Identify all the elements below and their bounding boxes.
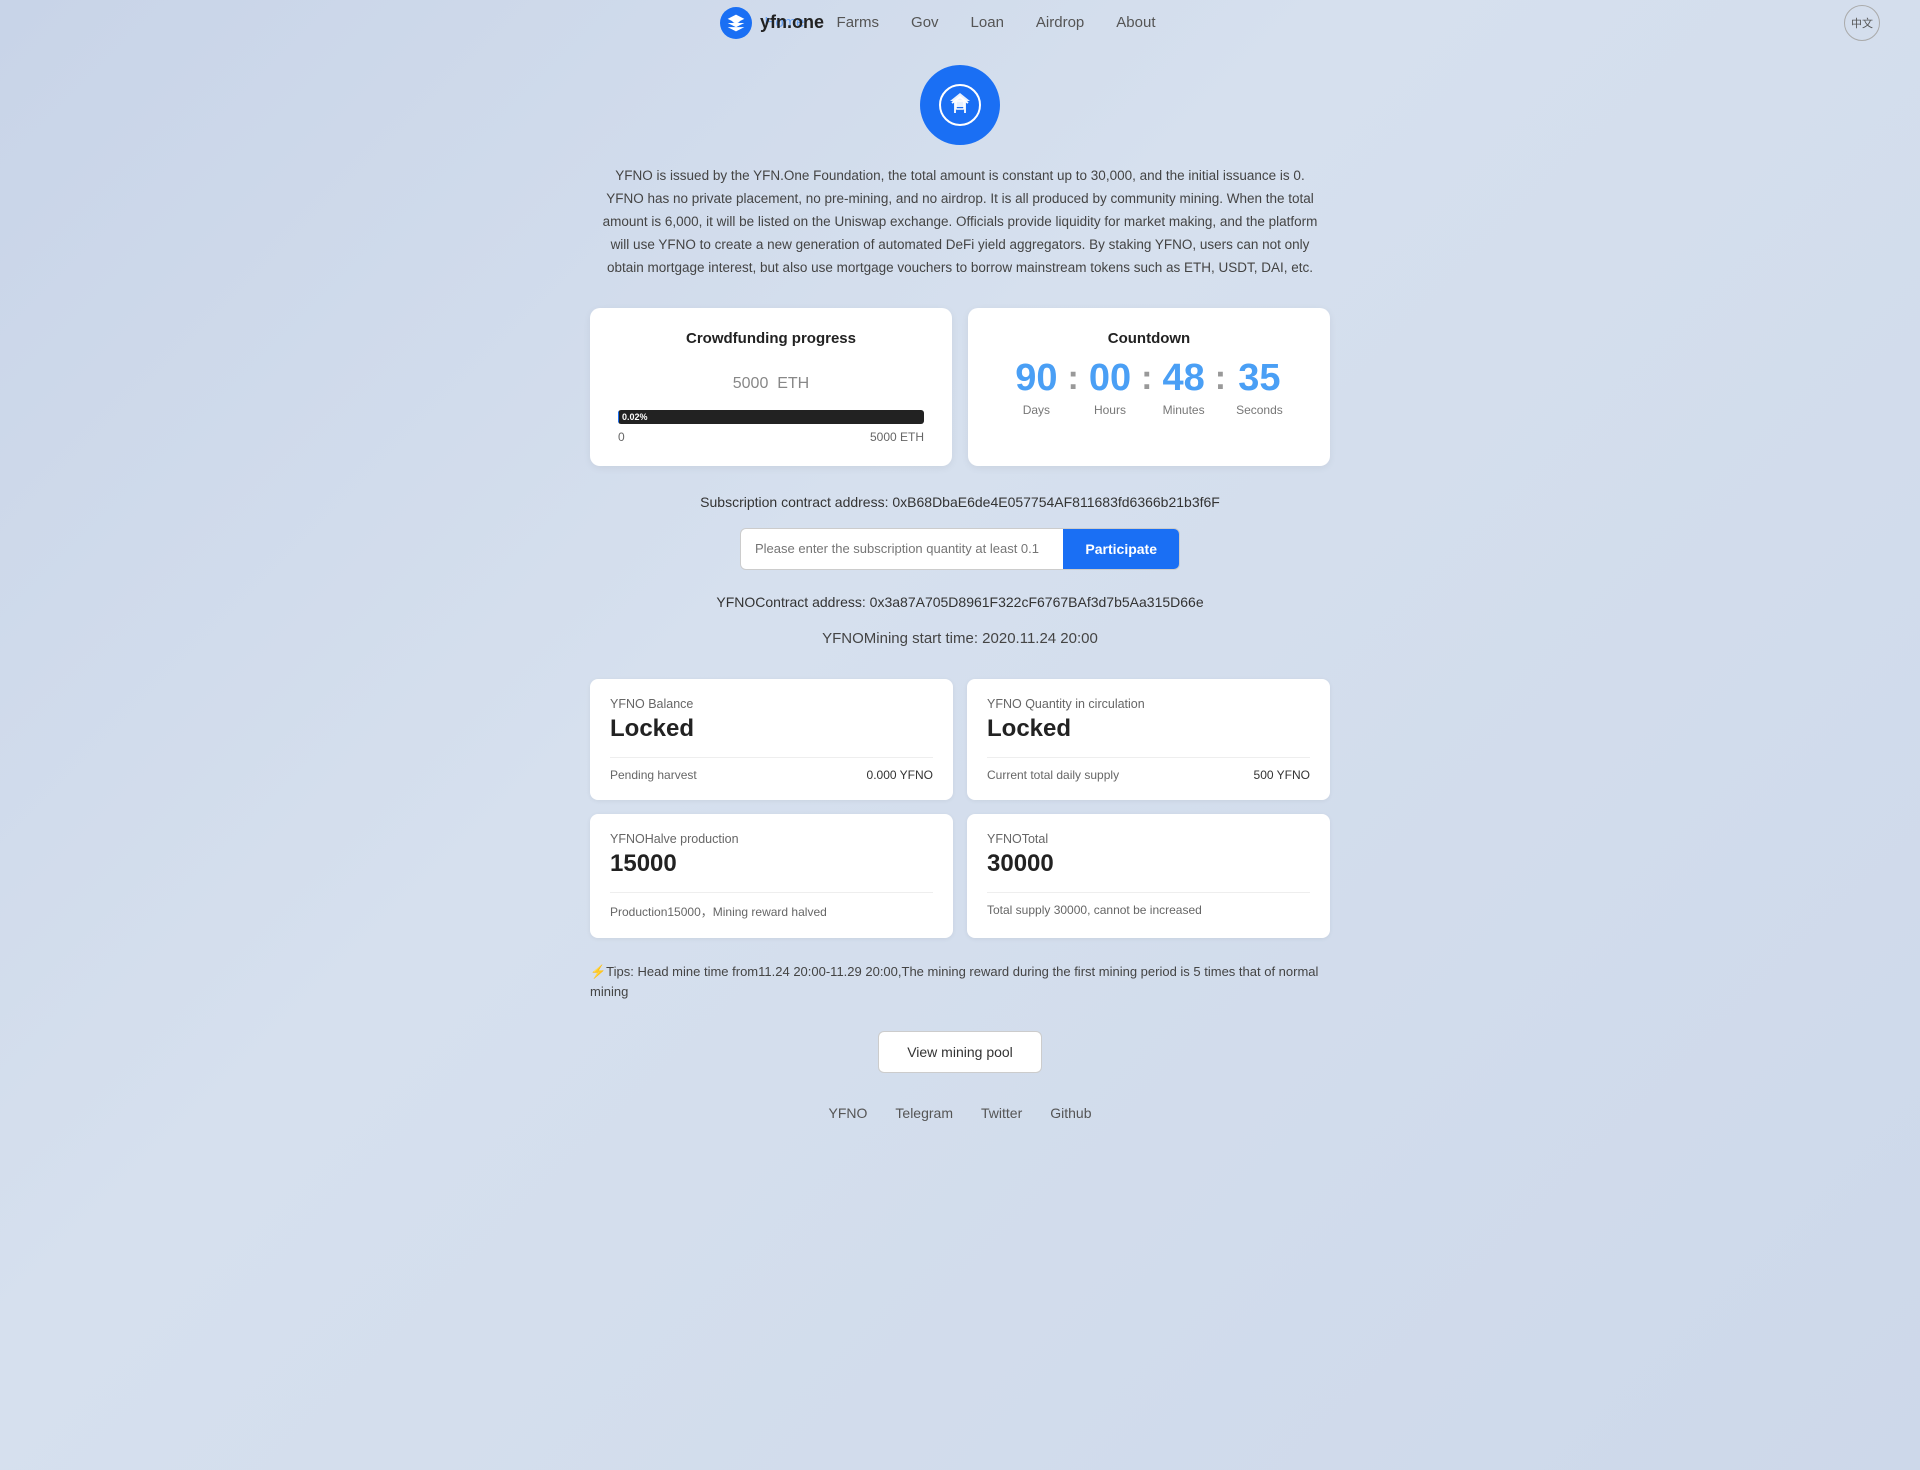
balance-label: YFNO Balance <box>610 697 933 711</box>
circulation-footer-label: Current total daily supply <box>987 768 1119 782</box>
progress-bar-container: 0.02% <box>618 410 924 424</box>
balance-divider <box>610 757 933 758</box>
balance-footer-label: Pending harvest <box>610 768 697 782</box>
navbar: yfn.one Home Farms Gov Loan Airdrop Abou… <box>0 0 1920 45</box>
info-card-total: YFNOTotal 30000 Total supply 30000, cann… <box>967 814 1330 938</box>
colon-3: : <box>1215 359 1226 395</box>
circulation-divider <box>987 757 1310 758</box>
balance-footer: Pending harvest 0.000 YFNO <box>610 768 933 782</box>
colon-1: : <box>1068 359 1079 395</box>
countdown-seconds-value: 35 <box>1238 359 1280 397</box>
hero-logo-icon <box>936 81 984 129</box>
total-footer-label: Total supply 30000, cannot be increased <box>987 903 1202 917</box>
countdown-hours-label: Hours <box>1094 403 1126 417</box>
main-content: YFNO is issued by the YFN.One Foundation… <box>570 45 1350 1181</box>
info-cards-grid: YFNO Balance Locked Pending harvest 0.00… <box>590 679 1330 938</box>
participate-button[interactable]: Participate <box>1063 529 1179 569</box>
countdown-seconds: 35 Seconds <box>1236 359 1283 417</box>
logo-text: yfn.one <box>760 12 824 33</box>
info-card-halve: YFNOHalve production 15000 Production150… <box>590 814 953 938</box>
subscription-contract-address: Subscription contract address: 0xB68DbaE… <box>590 494 1330 510</box>
logo-icon <box>720 7 752 39</box>
view-mining-pool-button[interactable]: View mining pool <box>878 1031 1042 1073</box>
halve-footer: Production15000，Mining reward halved <box>610 903 933 920</box>
crowdfunding-title: Crowdfunding progress <box>618 330 924 347</box>
progress-label: 0.02% <box>622 410 648 424</box>
hero-description: YFNO is issued by the YFN.One Foundation… <box>600 165 1320 280</box>
countdown-minutes: 48 Minutes <box>1162 359 1204 417</box>
yfno-contract-value: 0x3a87A705D8961F322cF6767BAf3d7b5Aa315D6… <box>870 594 1204 610</box>
footer-links: YFNO Telegram Twitter Github <box>590 1105 1330 1121</box>
countdown-minutes-label: Minutes <box>1163 403 1205 417</box>
tips-text: ⚡Tips: Head mine time from11.24 20:00-11… <box>590 962 1330 1004</box>
countdown-days: 90 Days <box>1015 359 1057 417</box>
subscription-contract-value: 0xB68DbaE6de4E057754AF811683fd6366b21b3f… <box>892 494 1219 510</box>
site-logo[interactable]: yfn.one <box>720 7 824 39</box>
balance-value: Locked <box>610 715 933 743</box>
countdown-title: Countdown <box>996 330 1302 347</box>
yfno-contract-label: YFNOContract address: <box>716 594 865 610</box>
nav-farms[interactable]: Farms <box>837 14 880 31</box>
balance-footer-value: 0.000 YFNO <box>867 768 933 782</box>
mining-start-time: YFNOMining start time: 2020.11.24 20:00 <box>590 630 1330 647</box>
footer-twitter[interactable]: Twitter <box>981 1105 1022 1121</box>
info-card-balance: YFNO Balance Locked Pending harvest 0.00… <box>590 679 953 800</box>
halve-divider <box>610 892 933 893</box>
crowdfunding-currency: ETH <box>777 375 809 392</box>
countdown-hours-value: 00 <box>1089 359 1131 397</box>
stats-cards-row: Crowdfunding progress 5000 ETH 0.02% 0 5… <box>590 308 1330 466</box>
halve-footer-label: Production15000，Mining reward halved <box>610 903 827 920</box>
progress-start: 0 <box>618 430 625 444</box>
countdown-days-value: 90 <box>1015 359 1057 397</box>
total-divider <box>987 892 1310 893</box>
countdown-minutes-value: 48 <box>1162 359 1204 397</box>
subscription-input-row: Participate <box>740 528 1180 570</box>
countdown-row: 90 Days : 00 Hours : 48 Minutes : 35 Sec… <box>996 359 1302 417</box>
halve-value: 15000 <box>610 850 933 878</box>
footer-github[interactable]: Github <box>1050 1105 1091 1121</box>
subscription-contract-label: Subscription contract address: <box>700 494 888 510</box>
hero-logo <box>920 65 1000 145</box>
circulation-footer: Current total daily supply 500 YFNO <box>987 768 1310 782</box>
info-card-circulation: YFNO Quantity in circulation Locked Curr… <box>967 679 1330 800</box>
nav-airdrop[interactable]: Airdrop <box>1036 14 1084 31</box>
nav-about[interactable]: About <box>1116 14 1155 31</box>
progress-ends: 0 5000 ETH <box>618 430 924 444</box>
progress-bar-fill <box>618 410 619 424</box>
colon-2: : <box>1141 359 1152 395</box>
total-footer: Total supply 30000, cannot be increased <box>987 903 1310 917</box>
halve-label: YFNOHalve production <box>610 832 933 846</box>
countdown-hours: 00 Hours <box>1089 359 1131 417</box>
total-value: 30000 <box>987 850 1310 878</box>
language-switcher[interactable]: 中文 <box>1844 5 1880 41</box>
crowdfunding-card: Crowdfunding progress 5000 ETH 0.02% 0 5… <box>590 308 952 466</box>
subscription-input[interactable] <box>741 529 1063 569</box>
countdown-days-label: Days <box>1023 403 1050 417</box>
progress-end: 5000 ETH <box>870 430 924 444</box>
nav-loan[interactable]: Loan <box>971 14 1004 31</box>
nav-gov[interactable]: Gov <box>911 14 939 31</box>
footer-telegram[interactable]: Telegram <box>895 1105 953 1121</box>
countdown-card: Countdown 90 Days : 00 Hours : 48 Minute… <box>968 308 1330 466</box>
footer-yfno[interactable]: YFNO <box>829 1105 868 1121</box>
circulation-value: Locked <box>987 715 1310 743</box>
countdown-seconds-label: Seconds <box>1236 403 1283 417</box>
circulation-footer-value: 500 YFNO <box>1254 768 1310 782</box>
total-label: YFNOTotal <box>987 832 1310 846</box>
circulation-label: YFNO Quantity in circulation <box>987 697 1310 711</box>
crowdfunding-amount: 5000 ETH <box>618 359 924 396</box>
yfno-contract-address: YFNOContract address: 0x3a87A705D8961F32… <box>590 594 1330 610</box>
